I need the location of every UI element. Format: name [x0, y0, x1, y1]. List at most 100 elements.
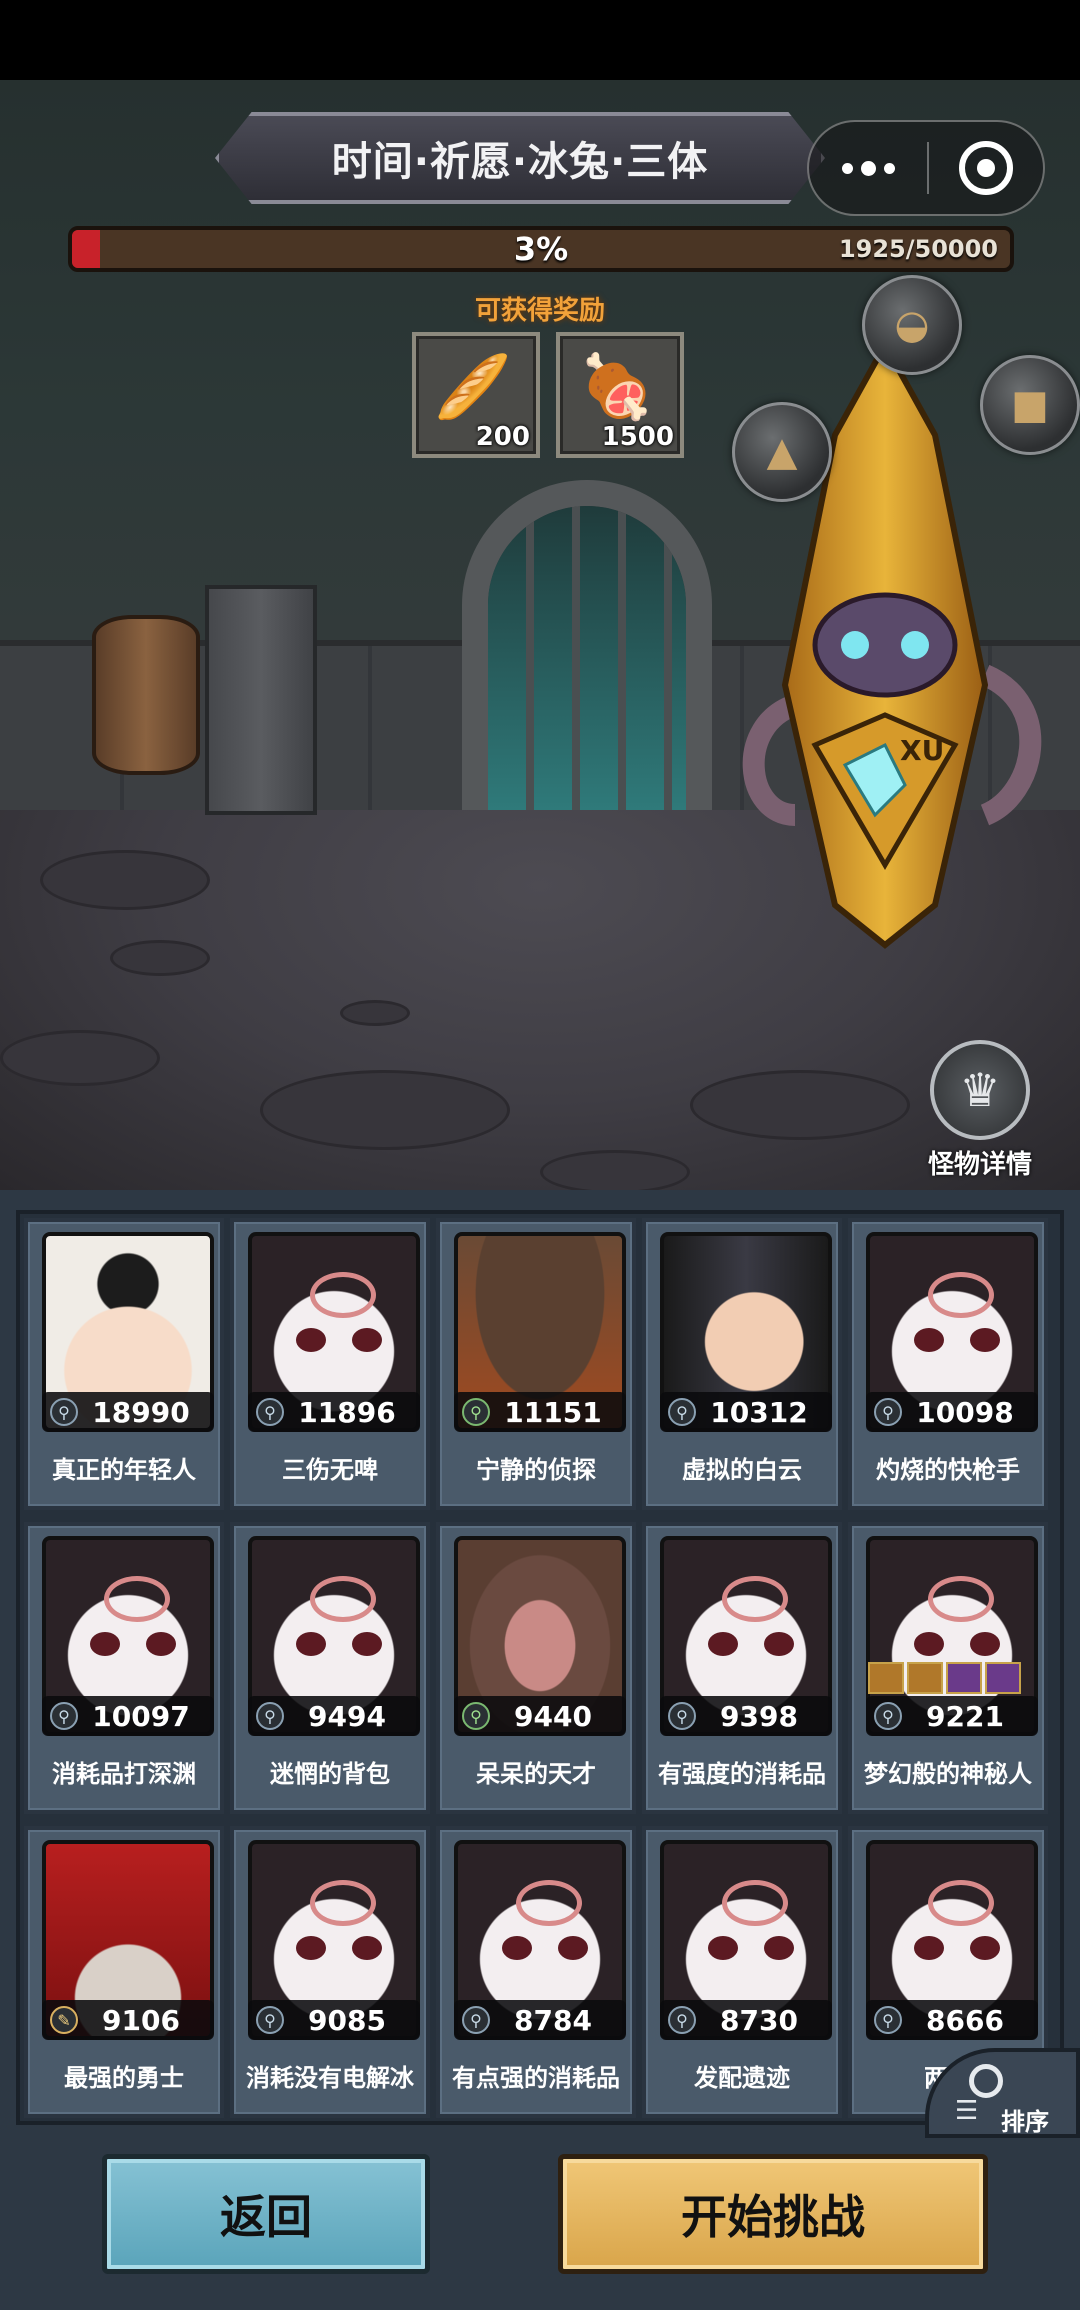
class-icon: ⚲ [256, 1398, 284, 1426]
hero-name: 消耗没有电解冰 [246, 2064, 414, 2092]
hero-name: 虚拟的白云 [682, 1456, 802, 1484]
start-challenge-button[interactable]: 开始挑战 [558, 2154, 988, 2274]
power-value: 10097 [92, 1699, 190, 1733]
hero-name: 发配遗迹 [694, 2064, 790, 2092]
hero-power: ⚲ 9494 [248, 1696, 420, 1736]
barrel [92, 615, 200, 775]
class-icon: ⚲ [462, 1702, 490, 1730]
search-list-icon [969, 2064, 1003, 2098]
hero-power: ⚲ 9440 [454, 1696, 626, 1736]
hero-card[interactable]: ✎ 9106 最强的勇士 [24, 1826, 224, 2118]
reward-item[interactable]: 🍖 1500 [556, 332, 684, 458]
hero-power: ⚲ 11151 [454, 1392, 626, 1432]
hero-card[interactable]: ⚲ 8730 发配遗迹 [642, 1826, 842, 2118]
power-value: 10098 [916, 1395, 1014, 1429]
hero-card[interactable]: ⚲ 10097 消耗品打深渊 [24, 1522, 224, 1814]
hero-power: ⚲ 10097 [42, 1696, 214, 1736]
reward-item[interactable]: 🥖 200 [412, 332, 540, 458]
class-icon: ⚲ [462, 2006, 490, 2034]
class-icon: ⚲ [668, 1702, 696, 1730]
list-icon: ☰ [955, 2096, 979, 2126]
power-value: 8784 [514, 2003, 592, 2037]
target-ring-icon [959, 141, 1013, 195]
hero-power: ⚲ 8666 [866, 2000, 1038, 2040]
progress-bar: 3% 1925/50000 [68, 226, 1014, 272]
class-icon: ⚲ [668, 1398, 696, 1426]
class-icon: ✎ [50, 2006, 78, 2034]
hero-power: ⚲ 9398 [660, 1696, 832, 1736]
hero-card[interactable]: ⚲ 10098 灼烧的快枪手 [848, 1218, 1048, 1510]
hero-name: 有点强的消耗品 [452, 2064, 620, 2092]
power-value: 9494 [308, 1699, 386, 1733]
hero-panel: ⚲ 18990 真正的年轻人 ⚲ 11896 三伤无啤 ⚲ 11151 宁静的侦探 ⚲ 10312 虚… [0, 1190, 1080, 2310]
power-value: 9106 [102, 2003, 180, 2037]
hero-card[interactable]: ⚲ 10312 虚拟的白云 [642, 1218, 842, 1510]
hero-card[interactable]: ⚲ 9494 迷惘的背包 [230, 1522, 430, 1814]
class-icon: ⚲ [50, 1702, 78, 1730]
monster-detail-button[interactable]: ♛ 怪物详情 [910, 1040, 1050, 1181]
hero-power: ⚲ 18990 [42, 1392, 214, 1432]
back-button[interactable]: 返回 [102, 2154, 430, 2274]
close-miniprogram-button[interactable] [929, 122, 1043, 214]
hero-card[interactable]: ⚲ 9440 呆呆的天才 [436, 1522, 636, 1814]
class-icon: ⚲ [874, 1702, 902, 1730]
stage-title-banner: 时间·祈愿·冰兔·三体 [215, 112, 825, 204]
hero-card[interactable]: ⚲ 9085 消耗没有电解冰 [230, 1826, 430, 2118]
hero-power: ⚲ 9221 [866, 1696, 1038, 1736]
broken-pillar [205, 585, 317, 815]
hero-name: 三伤无啤 [282, 1456, 378, 1484]
monster-detail-label: 怪物详情 [927, 1150, 1032, 1180]
power-value: 8666 [926, 2003, 1004, 2037]
hero-card[interactable]: ⚲ 11896 三伤无啤 [230, 1218, 430, 1510]
power-value: 8730 [720, 2003, 798, 2037]
hero-name: 宁静的侦探 [476, 1456, 596, 1484]
reward-qty: 200 [475, 422, 530, 452]
power-value: 10312 [710, 1395, 808, 1429]
hero-name: 迷惘的背包 [270, 1760, 390, 1788]
power-value: 18990 [92, 1395, 190, 1429]
hero-name: 真正的年轻人 [52, 1456, 196, 1484]
hero-card[interactable]: ⚲ 11151 宁静的侦探 [436, 1218, 636, 1510]
class-icon: ⚲ [668, 2006, 696, 2034]
reward-label: 可获得奖励 [474, 296, 605, 326]
class-icon: ⚲ [874, 1398, 902, 1426]
more-dots-icon[interactable] [809, 122, 927, 214]
reward-qty: 1500 [601, 422, 674, 452]
equipment-icon [907, 1662, 943, 1694]
bread-icon: 🥖 [434, 350, 512, 423]
power-value: 9221 [926, 1699, 1004, 1733]
equipment-slots [868, 1662, 1021, 1694]
hero-card[interactable]: ⚲ 9398 有强度的消耗品 [642, 1522, 842, 1814]
class-icon: ⚲ [256, 1702, 284, 1730]
mini-program-capsule [807, 120, 1045, 216]
progress-count: 1925/50000 [838, 235, 998, 263]
hero-power: ⚲ 11896 [248, 1392, 420, 1432]
monster-crown-icon: ♛ [930, 1040, 1030, 1140]
hero-power: ✎ 9106 [42, 2000, 214, 2040]
hero-grid: ⚲ 18990 真正的年轻人 ⚲ 11896 三伤无啤 ⚲ 11151 宁静的侦探 ⚲ 10312 虚… [16, 1210, 1064, 2125]
power-value: 11151 [504, 1395, 602, 1429]
svg-text:XU: XU [900, 734, 944, 767]
hero-power: ⚲ 10098 [866, 1392, 1038, 1432]
hero-card[interactable]: ⚲ 18990 真正的年轻人 [24, 1218, 224, 1510]
class-icon: ⚲ [874, 2006, 902, 2034]
orb-icon: ◒ [862, 275, 962, 375]
hero-name: 梦幻般的神秘人 [864, 1760, 1032, 1788]
power-value: 11896 [298, 1395, 396, 1429]
hero-name: 呆呆的天才 [476, 1760, 596, 1788]
hero-power: ⚲ 10312 [660, 1392, 832, 1432]
equipment-icon [985, 1662, 1021, 1694]
equipment-icon [946, 1662, 982, 1694]
meat-icon: 🍖 [578, 350, 656, 423]
power-value: 9440 [514, 1699, 592, 1733]
hero-power: ⚲ 8730 [660, 2000, 832, 2040]
hero-power: ⚲ 8784 [454, 2000, 626, 2040]
hero-card[interactable]: ⚲ 9221 梦幻般的神秘人 [848, 1522, 1048, 1814]
hero-card[interactable]: ⚲ 8784 有点强的消耗品 [436, 1826, 636, 2118]
equipment-icon [868, 1662, 904, 1694]
hero-name: 消耗品打深渊 [52, 1760, 196, 1788]
stage-title: 时间·祈愿·冰兔·三体 [331, 139, 709, 185]
power-value: 9085 [308, 2003, 386, 2037]
pyramid-orb-icon: ▲ [732, 402, 832, 502]
power-value: 9398 [720, 1699, 798, 1733]
